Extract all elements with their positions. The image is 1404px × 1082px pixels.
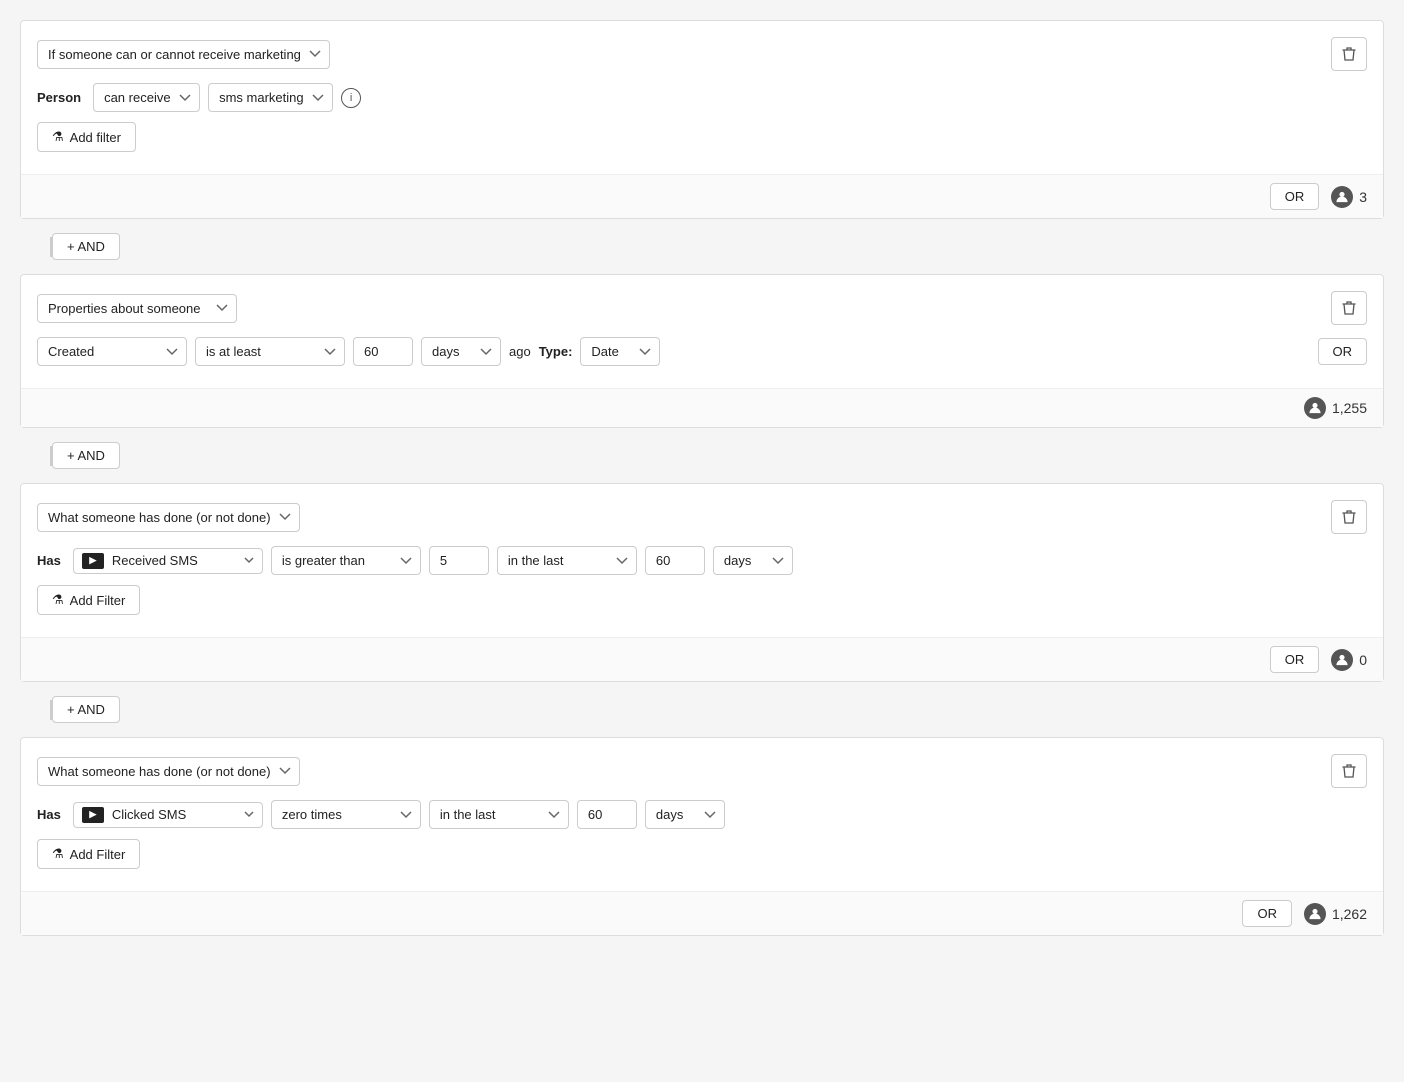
or-button-1[interactable]: OR	[1270, 183, 1320, 210]
days-value-input-2[interactable]: 60	[353, 337, 413, 366]
person-label: Person	[37, 90, 81, 105]
unit-dropdown-3[interactable]: days	[713, 546, 793, 575]
or-button-3[interactable]: OR	[1270, 646, 1320, 673]
filter-icon: ⚗	[52, 129, 64, 145]
filter-icon-4: ⚗	[52, 846, 64, 862]
created-dropdown[interactable]: Created	[37, 337, 187, 366]
filter-block-4: What someone has done (or not done) Has …	[20, 737, 1384, 936]
delete-block4-button[interactable]	[1331, 754, 1367, 788]
and-connector-1: + AND	[20, 219, 1384, 274]
marketing-type-dropdown[interactable]: If someone can or cannot receive marketi…	[37, 40, 330, 69]
has-done-dropdown-3[interactable]: What someone has done (or not done)	[37, 503, 300, 532]
sms-marketing-dropdown[interactable]: sms marketing	[208, 83, 333, 112]
unit-dropdown-4[interactable]: days	[645, 800, 725, 829]
count-4: 1,262	[1332, 906, 1367, 922]
timeframe-dropdown-3[interactable]: in the last	[497, 546, 637, 575]
filter-block-2: Properties about someone Created is at l…	[20, 274, 1384, 428]
condition-dropdown-4[interactable]: zero times	[271, 800, 421, 829]
person-count-icon-3	[1331, 649, 1353, 671]
value-input-3[interactable]	[429, 546, 489, 575]
or-button-4[interactable]: OR	[1242, 900, 1292, 927]
delete-block3-button[interactable]	[1331, 500, 1367, 534]
filter-icon-3: ⚗	[52, 592, 64, 608]
person-count-icon-1	[1331, 186, 1353, 208]
condition-dropdown-3[interactable]: is greater than	[271, 546, 421, 575]
and-button-3[interactable]: + AND	[52, 696, 120, 723]
count-1: 3	[1359, 189, 1367, 205]
page: If someone can or cannot receive marketi…	[0, 0, 1404, 1082]
sms-icon-3: ▶	[82, 553, 104, 569]
ago-label-2: ago	[509, 344, 531, 359]
unit-dropdown-2[interactable]: days	[421, 337, 501, 366]
event-selector-3[interactable]: ▶ Received SMS	[73, 548, 263, 574]
and-connector-3: + AND	[20, 682, 1384, 737]
timeframe-value-input-3[interactable]	[645, 546, 705, 575]
add-filter-button-1[interactable]: ⚗ Add filter	[37, 122, 136, 152]
delete-block2-button[interactable]	[1331, 291, 1367, 325]
has-label-3: Has	[37, 553, 61, 568]
and-button-1[interactable]: + AND	[52, 233, 120, 260]
event-selector-4[interactable]: ▶ Clicked SMS	[73, 802, 263, 828]
filter-block-3: What someone has done (or not done) Has …	[20, 483, 1384, 682]
count-3: 0	[1359, 652, 1367, 668]
and-button-2[interactable]: + AND	[52, 442, 120, 469]
type-label-2: Type:	[539, 344, 573, 359]
add-filter-button-4[interactable]: ⚗ Add Filter	[37, 839, 140, 869]
delete-block1-button[interactable]	[1331, 37, 1367, 71]
person-count-icon-2	[1304, 397, 1326, 419]
timeframe-value-input-4[interactable]	[577, 800, 637, 829]
filter-block-1: If someone can or cannot receive marketi…	[20, 20, 1384, 219]
type-dropdown-2[interactable]: Date	[580, 337, 660, 366]
condition-dropdown-2[interactable]: is at least	[195, 337, 345, 366]
properties-type-dropdown[interactable]: Properties about someone	[37, 294, 237, 323]
person-count-icon-4	[1304, 903, 1326, 925]
has-done-dropdown-4[interactable]: What someone has done (or not done)	[37, 757, 300, 786]
timeframe-dropdown-4[interactable]: in the last	[429, 800, 569, 829]
has-label-4: Has	[37, 807, 61, 822]
count-2: 1,255	[1332, 400, 1367, 416]
and-connector-2: + AND	[20, 428, 1384, 483]
or-button-2[interactable]: OR	[1318, 338, 1368, 365]
sms-icon-4: ▶	[82, 807, 104, 823]
add-filter-button-3[interactable]: ⚗ Add Filter	[37, 585, 140, 615]
can-receive-dropdown[interactable]: can receive	[93, 83, 200, 112]
info-icon[interactable]: i	[341, 88, 361, 108]
